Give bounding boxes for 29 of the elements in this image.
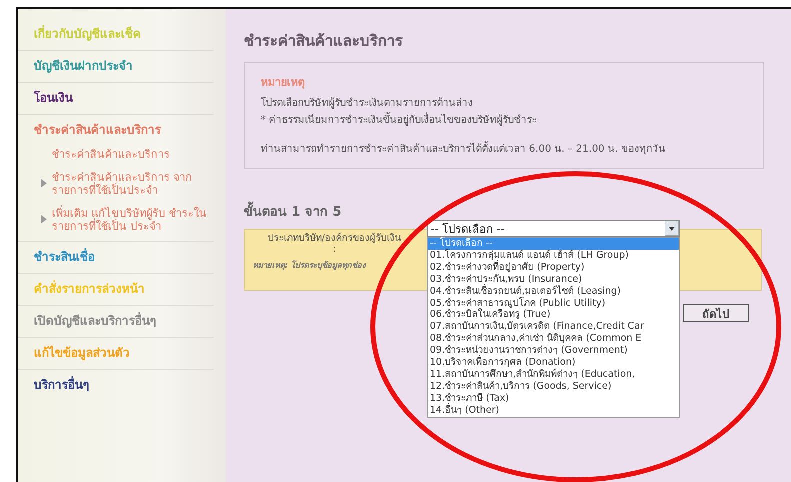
arrow-icon xyxy=(40,215,48,224)
dropdown-option[interactable]: 02.ชำระค่างวดที่อยู่อาศัย (Property) xyxy=(428,262,679,274)
dropdown-icon[interactable] xyxy=(665,221,679,236)
dropdown-option[interactable]: 01.โครงการกลุ่มแลนด์ แอนด์ เฮ้าส์ (LH Group) xyxy=(428,250,679,262)
service-hours-text: ท่านสามารถทำรายการชำระค่าสินค้าและบริการได้ตั้งแต่เวลา 6.00 น. – 21.00 น. ของทุกวัน xyxy=(261,141,747,156)
dropdown-option[interactable]: 09.ชำระหน่วยงานราชการต่างๆ (Government) xyxy=(428,345,679,358)
category-select[interactable]: -- โปรดเลือก -- xyxy=(427,220,680,237)
dropdown-option[interactable]: 11.สถาบันการศึกษา,สำนักพิมพ์ต่างๆ (Education, xyxy=(428,368,679,381)
dropdown-option[interactable]: 08.ชำระค่าส่วนกลาง,ค่าเช่า นิติบุคคล (Common E xyxy=(428,333,679,346)
step-heading: ขั้นตอน 1 จาก 5 xyxy=(244,201,767,222)
arrow-icon xyxy=(40,179,48,188)
dropdown-option[interactable]: 05.ชำระค่าสาธารณูปโภค (Public Utility) xyxy=(428,298,679,310)
dropdown-option[interactable]: 13.ชำระภาษี (Tax) xyxy=(428,392,679,405)
sidebar-link[interactable]: โอนเงิน xyxy=(34,91,214,106)
dropdown-option[interactable]: 03.ชำระค่าประกัน,พรบ (Insurance) xyxy=(428,274,679,286)
page-title: ชำระค่าสินค้าและบริการ xyxy=(244,31,404,52)
field-label: ประเภทบริษัท/องค์กรของผู้รับเงิน : xyxy=(267,233,402,255)
dropdown-option[interactable]: 12.ชำระค่าสินค้า,บริการ (Goods, Service) xyxy=(428,380,679,393)
dropdown-option[interactable]: 06.ชำระบิลในเครือทรู (True) xyxy=(428,309,679,322)
form-note: หมายเหตุ: โปรดระบุข้อมูลทุกช่อง xyxy=(253,260,366,272)
dropdown-option[interactable]: 14.อื่นๆ (Other) xyxy=(428,404,679,417)
next-button[interactable]: ถัดไป xyxy=(683,304,749,322)
notice-heading: หมายเหตุ xyxy=(261,75,306,91)
dropdown-option[interactable]: 04.ชำระสินเชื่อรถยนต์,มอเตอร์ไซต์ (Leasing) xyxy=(428,286,679,298)
dropdown-option[interactable]: 10.บริจาคเพื่อการกุศล (Donation) xyxy=(428,357,679,369)
notice-text: * ค่าธรรมเนียมการชำระเงินขึ้นอยู่กับเงื่อนไขของบริษัทผู้รับชำระ xyxy=(261,112,747,127)
dropdown-option[interactable]: 07.สถาบันการเงิน,บัตรเครดิต (Finance,Credit Car xyxy=(428,321,679,334)
sidebar-link[interactable]: บริการอื่นๆ xyxy=(34,378,214,393)
notice-text: โปรดเลือกบริษัทผู้รับชำระเงินตามรายการด้านล่าง xyxy=(261,96,474,110)
